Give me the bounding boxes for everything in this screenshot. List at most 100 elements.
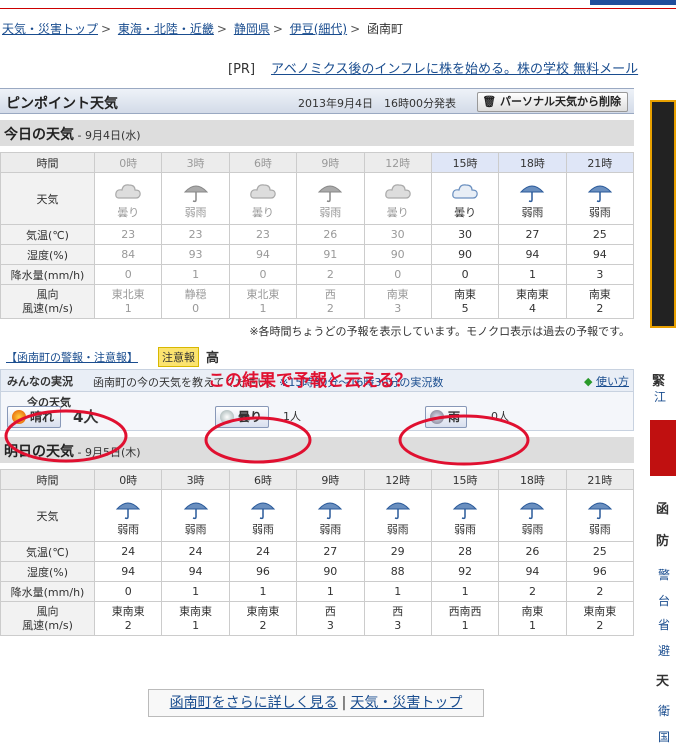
table-cell: 84 [93, 244, 163, 265]
breadcrumb: 天気・災害トップ > 東海・北陸・近畿 > 静岡県 > 伊豆(細代) > 函南町 [2, 20, 403, 37]
row-label: 時間 [0, 469, 95, 490]
vote-rain-button[interactable]: 雨 [425, 406, 468, 428]
table-cell: 94 [161, 561, 230, 582]
weather-icon [384, 183, 411, 199]
table-row: 気温(℃) 24 24 24 27 29 28 26 25 [0, 541, 635, 562]
row-label: 風向 風速(m/s) [0, 284, 95, 319]
row-label: 降水量(mm/h) [0, 264, 95, 285]
table-cell: 東南東 4 [498, 284, 567, 319]
trash-icon: 🗑 [482, 95, 497, 108]
time-cell: 15時 [430, 469, 500, 490]
alert-row: 【函南町の警報・注意報】 注意報 高 [0, 347, 634, 367]
table-cell: 1 [228, 581, 298, 602]
time-cell: 3時 [161, 152, 230, 173]
row-label: 降水量(mm/h) [0, 581, 95, 602]
table-cell: 0 [93, 264, 163, 285]
page-title: ピンポイント天気 [6, 96, 118, 112]
sidebar-item[interactable]: 天 [656, 670, 669, 689]
table-cell: 曇り [363, 172, 432, 225]
time-cell: 3時 [161, 469, 230, 490]
breadcrumb-separator: > [350, 22, 361, 36]
cloudy-label: 曇り [238, 410, 263, 424]
table-cell: 西3 [296, 601, 365, 636]
table-cell: 27 [498, 224, 567, 245]
breadcrumb-link[interactable]: 伊豆(細代) [290, 22, 347, 36]
table-cell: 弱雨 [498, 489, 567, 542]
table-cell: 1 [161, 264, 230, 285]
sidebar-item[interactable]: 避 [658, 642, 670, 659]
table-row: 風向 風速(m/s) 東北東 1 静穏 0 東北東 1 西 2 南東 3 南東 5 東南東 4 南東 2 [0, 284, 635, 319]
table-cell: 西2 [296, 284, 365, 319]
table-cell: 曇り [228, 172, 298, 225]
sunny-count: 4人 [73, 408, 99, 426]
tomorrow-title: 明日の天気 [4, 444, 74, 460]
guide-text[interactable]: 使い方 [596, 375, 629, 388]
breadcrumb-link[interactable]: 天気・災害トップ [2, 22, 98, 36]
advisory-type: 高 [206, 351, 220, 366]
table-cell: 94 [565, 244, 635, 265]
table-cell: 23 [93, 224, 163, 245]
tomorrow-date: - 9月5日(木) [74, 446, 141, 459]
table-row: 時間 0時 3時 6時 9時 12時 15時 18時 21時 [0, 469, 635, 490]
time-cell: 12時 [363, 152, 432, 173]
alert-link[interactable]: 【函南町の警報・注意報】 [6, 349, 138, 365]
sidebar-banner[interactable] [650, 420, 676, 476]
table-cell: 2 [565, 581, 635, 602]
sidebar-item[interactable]: 防 [656, 530, 669, 549]
weather-icon [587, 185, 612, 202]
vote-sunny-button[interactable]: 晴れ [7, 406, 62, 428]
table-row: 降水量(mm/h) 0 1 0 2 0 0 1 3 [0, 264, 635, 285]
table-cell: 南東 2 [565, 284, 635, 319]
sidebar-item[interactable]: 台 [658, 592, 670, 609]
time-cell: 9時 [296, 469, 365, 490]
table-cell: 94 [228, 244, 298, 265]
time-cell: 0時 [93, 152, 163, 173]
breadcrumb-link[interactable]: 東海・北陸・近畿 [118, 22, 214, 36]
pr-link[interactable]: アベノミクス後のインフレに株を始める。株の学校 無料メール [271, 62, 638, 77]
row-label: 天気 [0, 172, 95, 225]
tomorrow-table: 時間 0時 3時 6時 9時 12時 15時 18時 21時 天気 弱雨 弱雨 弱雨 弱雨 弱雨 弱雨 弱雨 弱雨… [0, 469, 635, 636]
table-cell: 西南西 1 [430, 601, 500, 636]
table-row: 湿度(%) 84 93 94 91 90 90 94 94 [0, 244, 635, 265]
sidebar-item[interactable]: 江 [654, 388, 666, 405]
table-cell: 西3 [363, 601, 432, 636]
time-cell: 15時 [430, 152, 500, 173]
more-detail-link[interactable]: 函南町をさらに詳しく見る [170, 695, 338, 711]
delete-personal-button[interactable]: 🗑 パーソナル天気から削除 [477, 92, 628, 112]
table-row: 風向 風速(m/s) 東南東 2 東南東 1 東南東 2 西 3 西 3 西南西 1 南東 1 東南東 2 [0, 601, 635, 636]
sidebar-item[interactable]: 警 [658, 566, 670, 583]
table-cell: 南東 1 [498, 601, 567, 636]
time-cell: 0時 [93, 469, 163, 490]
vote-cloudy-button[interactable]: 曇り [215, 406, 270, 428]
table-cell: 曇り [93, 172, 163, 225]
breadcrumb-link[interactable]: 静岡県 [234, 22, 270, 36]
table-cell: 曇り [430, 172, 500, 225]
table-cell: 24 [228, 541, 298, 562]
sidebar-item[interactable]: 函 [656, 498, 669, 517]
table-cell: 2 [498, 581, 567, 602]
table-cell: 弱雨 [498, 172, 567, 225]
sidebar-item[interactable]: 国 [658, 728, 670, 745]
table-cell: 29 [363, 541, 432, 562]
table-row: 天気 曇り 弱雨 曇り 弱雨 曇り 曇り 弱雨 弱雨 [0, 172, 635, 225]
table-cell: 92 [430, 561, 500, 582]
forecast-note: ※各時間ちょうどの予報を表示しています。モノクロ表示は過去の予報です。 [249, 325, 630, 338]
sidebar-item[interactable]: 緊 [652, 370, 665, 389]
weather-icon [250, 502, 276, 519]
breadcrumb-separator: > [101, 22, 112, 36]
sidebar-item[interactable]: 衛 [658, 702, 670, 719]
advisory-badge[interactable]: 注意報 [158, 347, 199, 367]
guide-link[interactable]: ◆ 使い方 [584, 373, 629, 389]
table-cell: 3 [565, 264, 635, 285]
table-cell: 94 [498, 561, 567, 582]
table-cell: 25 [565, 224, 635, 245]
row-label: 風向 風速(m/s) [0, 601, 95, 636]
row-label: 湿度(%) [0, 561, 95, 582]
table-cell: 0 [93, 581, 163, 602]
pinpoint-header: ピンポイント天気 2013年9月4日 16時00分発表 🗑 パーソナル天気から削… [0, 88, 634, 114]
sidebar-ad[interactable] [650, 100, 676, 328]
sidebar-item[interactable]: 省 [658, 616, 670, 633]
table-cell: 南東 3 [363, 284, 432, 319]
weather-top-link[interactable]: 天気・災害トップ [350, 695, 462, 711]
row-label: 時間 [0, 152, 95, 173]
